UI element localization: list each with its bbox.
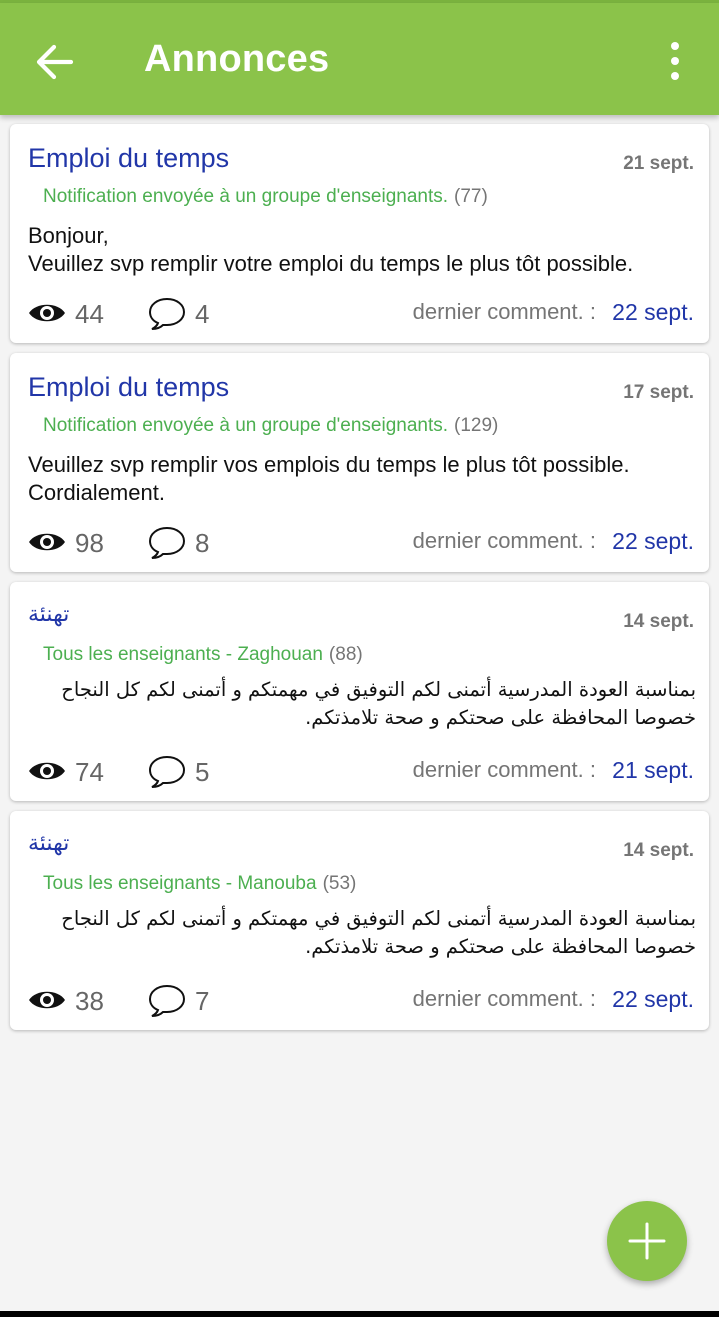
announcement-footer: 74 5 dernier comment. : 21 sept. bbox=[10, 754, 709, 790]
announcement-date: 14 sept. bbox=[623, 840, 694, 861]
page-title: Annonces bbox=[144, 38, 330, 80]
announcement-body-line: بمناسبة العودة المدرسية أتمنى لكم التوفي… bbox=[61, 907, 696, 930]
recipient-group: Notification envoyée à un groupe d'ensei… bbox=[43, 186, 449, 207]
announcement-body-line: Veuillez svp remplir votre emploi du tem… bbox=[28, 251, 634, 276]
recipient-count: (88) bbox=[328, 644, 363, 665]
last-comment-date[interactable]: 21 sept. bbox=[612, 757, 694, 784]
announcement-footer: 44 4 dernier comment. : 22 sept. bbox=[10, 296, 709, 332]
announcement-list: Emploi du temps 21 sept. Notification en… bbox=[10, 124, 709, 1040]
views-count: 44 bbox=[75, 299, 104, 329]
comments-count: 8 bbox=[195, 528, 210, 558]
last-comment-label: dernier comment. : bbox=[412, 757, 596, 782]
announcement-body: Bonjour, Veuillez svp remplir votre emplo… bbox=[28, 222, 696, 278]
arrow-left-icon bbox=[36, 44, 74, 80]
announcement-card[interactable]: تهنئة 14 sept. Tous les enseignants - Za… bbox=[10, 582, 709, 801]
eye-icon bbox=[29, 304, 65, 322]
announcement-date: 14 sept. bbox=[623, 611, 694, 632]
announcement-date: 21 sept. bbox=[623, 153, 694, 174]
back-button[interactable] bbox=[30, 37, 80, 87]
announcement-recipients: Notification envoyée à un groupe d'ensei… bbox=[43, 415, 498, 437]
plus-icon bbox=[628, 1222, 666, 1260]
comments-count: 4 bbox=[195, 299, 210, 329]
announcement-body-line: Cordialement. bbox=[28, 480, 165, 505]
announcement-recipients: Tous les enseignants - Zaghouan (88) bbox=[43, 644, 363, 666]
announcement-footer: 38 7 dernier comment. : 22 sept. bbox=[10, 983, 709, 1019]
announcement-date: 17 sept. bbox=[623, 382, 694, 403]
views-count: 74 bbox=[75, 757, 104, 787]
announcement-body-line: خصوصا المحافظة على صحتكم و صحة تلامذتكم. bbox=[305, 935, 696, 958]
announcement-title: Emploi du temps bbox=[28, 372, 230, 402]
eye-icon bbox=[29, 762, 65, 780]
recipient-group: Notification envoyée à un groupe d'ensei… bbox=[43, 415, 449, 436]
recipient-count: (77) bbox=[454, 186, 488, 207]
comment-bubble-icon[interactable] bbox=[148, 296, 186, 332]
last-comment-date[interactable]: 22 sept. bbox=[612, 528, 694, 555]
more-vertical-icon bbox=[671, 42, 679, 80]
announcement-body: بمناسبة العودة المدرسية أتمنى لكم التوفي… bbox=[26, 905, 696, 961]
add-announcement-button[interactable] bbox=[607, 1201, 687, 1281]
announcement-body-line: Veuillez svp remplir vos emplois du temp… bbox=[28, 452, 630, 477]
eye-icon bbox=[29, 533, 65, 551]
announcement-card[interactable]: Emploi du temps 17 sept. Notification en… bbox=[10, 353, 709, 572]
announcement-recipients: Notification envoyée à un groupe d'ensei… bbox=[43, 186, 488, 208]
announcement-title: Emploi du temps bbox=[28, 143, 230, 173]
recipient-group: Tous les enseignants - Manouba bbox=[43, 873, 317, 894]
announcement-body-line: خصوصا المحافظة على صحتكم و صحة تلامذتكم. bbox=[305, 706, 696, 729]
comments-count: 5 bbox=[195, 757, 210, 787]
announcement-title: تهنئة bbox=[28, 602, 70, 627]
announcement-title: تهنئة bbox=[28, 831, 70, 856]
announcement-card[interactable]: Emploi du temps 21 sept. Notification en… bbox=[10, 124, 709, 343]
system-nav-strip bbox=[0, 1311, 719, 1317]
announcement-body: بمناسبة العودة المدرسية أتمنى لكم التوفي… bbox=[26, 676, 696, 732]
comment-bubble-icon[interactable] bbox=[148, 754, 186, 790]
last-comment-date[interactable]: 22 sept. bbox=[612, 299, 694, 326]
last-comment-label: dernier comment. : bbox=[412, 528, 596, 553]
views-count: 98 bbox=[75, 528, 104, 558]
announcement-body-line: Bonjour, bbox=[28, 223, 109, 248]
eye-icon bbox=[29, 991, 65, 1009]
announcement-recipients: Tous les enseignants - Manouba (53) bbox=[43, 873, 356, 895]
announcement-footer: 98 8 dernier comment. : 22 sept. bbox=[10, 525, 709, 561]
announcement-body: Veuillez svp remplir vos emplois du temp… bbox=[28, 451, 696, 507]
recipient-group: Tous les enseignants - Zaghouan bbox=[43, 644, 323, 665]
comments-count: 7 bbox=[195, 986, 210, 1016]
comment-bubble-icon[interactable] bbox=[148, 525, 186, 561]
overflow-menu-button[interactable] bbox=[656, 39, 696, 85]
comment-bubble-icon[interactable] bbox=[148, 983, 186, 1019]
last-comment-date[interactable]: 22 sept. bbox=[612, 986, 694, 1013]
app-bar: Annonces bbox=[0, 3, 719, 115]
views-count: 38 bbox=[75, 986, 104, 1016]
recipient-count: (53) bbox=[322, 873, 357, 894]
announcement-body-line: بمناسبة العودة المدرسية أتمنى لكم التوفي… bbox=[61, 678, 696, 701]
last-comment-label: dernier comment. : bbox=[412, 986, 596, 1011]
recipient-count: (129) bbox=[454, 415, 499, 436]
last-comment-label: dernier comment. : bbox=[412, 299, 596, 324]
announcement-card[interactable]: تهنئة 14 sept. Tous les enseignants - Ma… bbox=[10, 811, 709, 1030]
